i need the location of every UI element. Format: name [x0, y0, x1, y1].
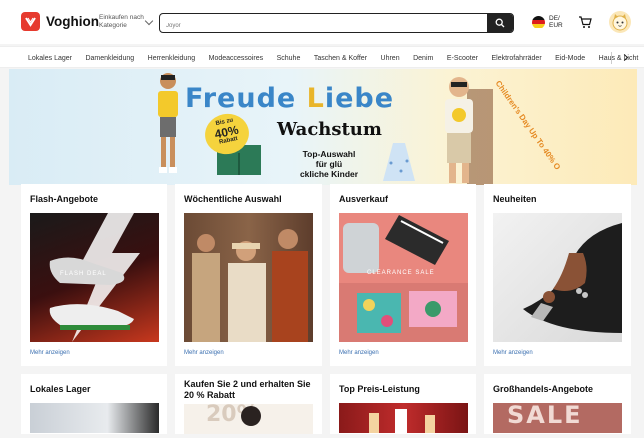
model-head-image	[241, 406, 261, 426]
show-more-link[interactable]: Mehr anzeigen	[184, 350, 224, 356]
show-more-link[interactable]: Mehr anzeigen	[30, 350, 70, 356]
search-input[interactable]	[160, 17, 480, 32]
kid-boy-image	[158, 73, 178, 173]
nav-item[interactable]: E-Scooter	[447, 55, 478, 62]
category-nav: Lokales Lager Damenkleidung Herrenkleidung…	[0, 46, 644, 68]
nav-item[interactable]: Haus & Licht	[599, 55, 639, 62]
show-more-link[interactable]: Mehr anzeigen	[493, 350, 533, 356]
cart-icon	[579, 16, 592, 28]
card-clearance[interactable]: Ausverkauf CLEARANCE SALE Mehr anzeigen	[330, 184, 476, 366]
nav-item[interactable]: Modeaccessoires	[209, 55, 263, 62]
card-new-arrivals[interactable]: Neuheiten Mehr anzeigen	[484, 184, 631, 366]
banner-headline: Freude Liebe	[185, 83, 395, 114]
search-button[interactable]	[487, 14, 513, 32]
language-currency-select[interactable]: DE/ EUR	[532, 15, 563, 29]
nav-divider	[611, 52, 612, 64]
nav-item[interactable]: Herrenkleidung	[148, 55, 195, 62]
buy-two-image[interactable]: 20%	[184, 404, 313, 434]
nav-item[interactable]: Denim	[413, 55, 433, 62]
card-best-value[interactable]: Top Preis-Leistung	[330, 374, 476, 434]
search-box	[159, 13, 514, 33]
logo-mark-icon	[21, 12, 40, 31]
card-buy-two-save[interactable]: Kaufen Sie 2 und erhalten Sie 20 % Rabat…	[175, 374, 322, 434]
nav-item[interactable]: Eid-Mode	[555, 55, 585, 62]
banner-headline-2: Wachstum	[277, 119, 382, 140]
card-local-warehouse[interactable]: Lokales Lager	[21, 374, 167, 434]
nav-item[interactable]: Schuhe	[277, 55, 301, 62]
jewelry-model-image	[523, 223, 622, 333]
nav-item[interactable]: Damenkleidung	[85, 55, 134, 62]
banner-side-text: Children's Day Up To 40% O	[493, 79, 563, 172]
sneaker-image	[49, 213, 140, 342]
clearance-image[interactable]: CLEARANCE SALE	[339, 213, 468, 342]
nav-item[interactable]: Uhren	[381, 55, 400, 62]
kid-girl-image	[445, 77, 493, 185]
new-arrivals-image[interactable]	[493, 213, 622, 342]
banner-subtext: Top-Auswahl für glü ckliche Kinder	[299, 149, 359, 179]
brand-name: Voghion	[46, 14, 99, 29]
user-avatar[interactable]	[609, 11, 631, 33]
cart-button[interactable]	[578, 15, 592, 34]
currency-code: EUR	[549, 22, 563, 29]
card-weekly-picks[interactable]: Wöchentliche Auswahl Mehr anzeigen	[175, 184, 322, 366]
card-flash-deals[interactable]: Flash-Angebote FLASH DEAL Mehr anzeigen	[21, 184, 167, 366]
top-header: Voghion Einkaufen nach Kategorie DE/ EUR	[0, 0, 644, 44]
flash-deal-image[interactable]: FLASH DEAL	[30, 213, 159, 342]
nav-item[interactable]: Elektrofahrräder	[491, 55, 541, 62]
fashion-items-image	[339, 215, 468, 342]
card-wholesale[interactable]: Großhandels-Angebote SALE	[484, 374, 631, 434]
show-more-link[interactable]: Mehr anzeigen	[339, 350, 379, 356]
cat-avatar-icon	[612, 14, 628, 31]
lang-code: DE/	[549, 15, 560, 22]
brand-logo[interactable]: Voghion	[21, 12, 99, 31]
germany-flag-icon	[532, 15, 545, 29]
promo-banner[interactable]: Bis zu 40% Rabatt Freude Liebe Wachstum …	[9, 69, 637, 185]
models-image	[192, 229, 308, 342]
search-icon	[495, 18, 505, 28]
dress-image	[383, 143, 415, 181]
nav-item[interactable]: Taschen & Koffer	[314, 55, 367, 62]
weekly-picks-image[interactable]	[184, 213, 313, 342]
nav-item[interactable]: Lokales Lager	[28, 55, 72, 62]
